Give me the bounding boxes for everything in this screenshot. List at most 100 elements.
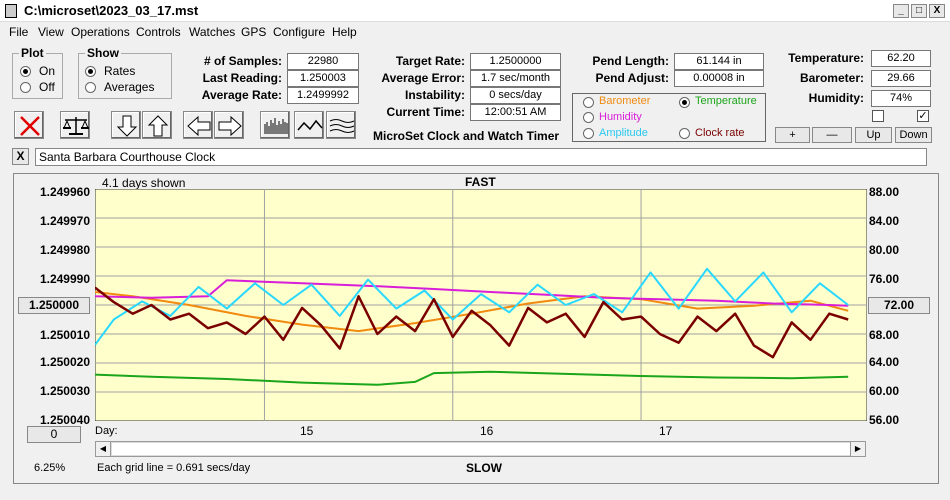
clear-name-button[interactable]: X [12, 148, 29, 165]
grid-note: Each grid line = 0.691 secs/day [97, 462, 251, 474]
menu-controls[interactable]: Controls [136, 25, 181, 39]
maximize-button[interactable]: □ [911, 4, 927, 18]
target-rate-label: Target Rate: [395, 54, 465, 68]
menu-configure[interactable]: Configure [273, 25, 325, 39]
multi-wave-icon [329, 119, 355, 133]
y-right-tick-1: 84.00 [869, 214, 900, 228]
y-left-tick-8: 1.250040 [39, 413, 90, 427]
y-left-tick-0: 1.249960 [39, 185, 90, 199]
amplitude-radio[interactable] [583, 128, 594, 139]
wave-icon [297, 119, 323, 131]
y-left-tick-1: 1.249970 [39, 214, 90, 228]
average-rate-label: Average Rate: [201, 88, 282, 102]
instability-value: 0 secs/day [470, 87, 561, 104]
y-left-center-button[interactable]: 1.250000 [18, 297, 90, 314]
barometer-radio-label: Barometer [599, 95, 651, 107]
days-shown-label: 4.1 days shown [102, 176, 186, 190]
scroll-left-arrow-icon[interactable]: ◀ [96, 442, 111, 456]
menu-gps[interactable]: GPS [241, 25, 266, 39]
temperature-radio[interactable] [679, 97, 690, 108]
bar-graph-icon [264, 118, 288, 134]
up-arrow-button[interactable] [142, 111, 172, 139]
y-right-tick-0: 88.00 [869, 185, 900, 199]
show-averages-label: Averages [104, 80, 155, 94]
scrollbar-thumb[interactable] [112, 443, 852, 455]
last-reading-label: Last Reading: [202, 71, 282, 85]
y-right-tick-2: 80.00 [869, 243, 900, 257]
target-rate-value: 1.2500000 [470, 53, 561, 70]
barometer-radio[interactable] [583, 97, 594, 108]
plot-off-label: Off [39, 80, 55, 94]
arrow-right-icon [218, 115, 242, 137]
y-right-center-button[interactable]: 72.00 [868, 297, 930, 314]
rate-chart-plot[interactable] [95, 189, 867, 421]
clock-rate-radio[interactable] [679, 128, 690, 139]
app-icon [5, 4, 17, 18]
zoom-level: 6.25% [34, 462, 66, 474]
fast-label: FAST [465, 175, 496, 189]
pend-adjust-value: 0.00008 in [674, 70, 764, 87]
menu-view[interactable]: View [38, 25, 64, 39]
clock-rate-radio-label: Clock rate [695, 127, 745, 139]
close-button[interactable]: X [929, 4, 945, 18]
app-caption: MicroSet Clock and Watch Timer [373, 129, 560, 143]
show-rates-radio[interactable] [85, 66, 96, 77]
bars-view-button[interactable] [260, 111, 290, 139]
y-left-tick-6: 1.250020 [39, 355, 90, 369]
offset-button[interactable]: 0 [27, 426, 81, 443]
barometer-label: Barometer: [799, 71, 864, 85]
balance-scale-icon [63, 117, 89, 135]
title-bar: C:\microset\2023_03_17.mst _ □ X [0, 0, 950, 22]
clock-name-input[interactable]: Santa Barbara Courthouse Clock [35, 148, 927, 166]
up-button[interactable]: Up [855, 127, 892, 143]
current-time-label: Current Time: [386, 105, 465, 119]
wave-view-button[interactable] [294, 111, 324, 139]
plot-off-radio[interactable] [20, 82, 31, 93]
arrow-up-icon [147, 115, 169, 137]
left-arrow-button[interactable] [183, 111, 213, 139]
y-right-tick-3: 76.00 [869, 272, 900, 286]
pend-length-label: Pend Length: [592, 54, 669, 68]
samples-label: # of Samples: [203, 54, 282, 68]
minus-button[interactable]: — [812, 127, 852, 143]
y-left-tick-7: 1.250030 [39, 384, 90, 398]
humidity-value: 74% [871, 90, 931, 107]
show-averages-radio[interactable] [85, 82, 96, 93]
temperature-label: Temperature: [788, 51, 864, 65]
menu-help[interactable]: Help [332, 25, 357, 39]
right-arrow-button[interactable] [214, 111, 244, 139]
pend-adjust-label: Pend Adjust: [595, 71, 669, 85]
plus-button[interactable]: + [775, 127, 810, 143]
scroll-right-arrow-icon[interactable]: ▶ [850, 442, 865, 456]
minimize-button[interactable]: _ [893, 4, 909, 18]
amplitude-radio-label: Amplitude [599, 127, 648, 139]
instability-label: Instability: [404, 88, 465, 102]
multi-wave-button[interactable] [326, 111, 356, 139]
y-left-tick-2: 1.249980 [39, 243, 90, 257]
average-rate-value: 1.2499992 [287, 87, 359, 104]
humidity-radio-label: Humidity [599, 111, 642, 123]
down-button[interactable]: Down [895, 127, 932, 143]
window-title: C:\microset\2023_03_17.mst [24, 3, 199, 18]
x-tick-16: 16 [480, 424, 494, 438]
down-arrow-button[interactable] [111, 111, 141, 139]
horizontal-scrollbar[interactable]: ◀ ▶ [95, 441, 866, 457]
average-error-label: Average Error: [381, 71, 465, 85]
stop-button[interactable] [14, 111, 44, 139]
temperature-value: 62.20 [871, 50, 931, 67]
humidity-radio[interactable] [583, 112, 594, 123]
show-group-label: Show [85, 46, 121, 60]
show-rates-label: Rates [104, 64, 136, 78]
plot-group: Plot [12, 46, 63, 99]
y-right-tick-8: 56.00 [869, 413, 900, 427]
temperature-radio-label: Temperature [695, 95, 757, 107]
balance-button[interactable] [60, 111, 90, 139]
plot-on-radio[interactable] [20, 66, 31, 77]
left-checkbox[interactable] [872, 110, 884, 122]
menu-operations[interactable]: Operations [71, 25, 130, 39]
y-left-tick-3: 1.249990 [39, 272, 90, 286]
menu-file[interactable]: File [9, 25, 28, 39]
last-reading-value: 1.250003 [287, 70, 359, 87]
right-checkbox[interactable]: ✓ [917, 110, 929, 122]
menu-watches[interactable]: Watches [189, 25, 235, 39]
